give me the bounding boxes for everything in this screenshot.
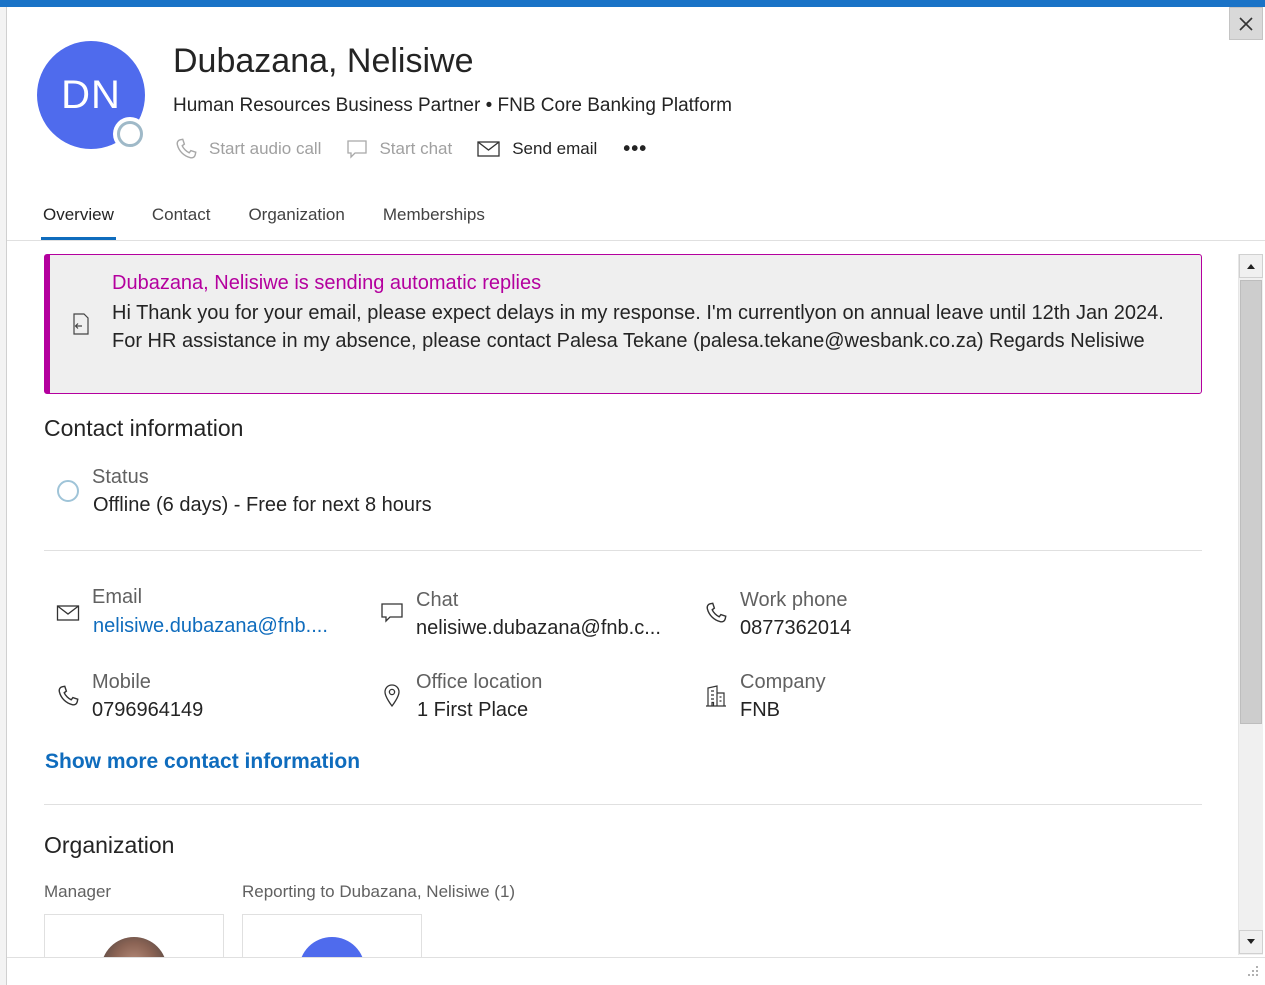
tab-organization[interactable]: Organization [248,202,344,240]
office-location-label: Office location [416,671,543,693]
chat-icon [381,603,403,623]
offline-status-icon [57,480,79,502]
profile-tabs: Overview Contact Organization Membership… [41,202,523,240]
scrollbar-thumb[interactable] [1240,280,1262,724]
window-bottom-edge [7,957,1265,985]
mail-icon [56,605,80,621]
company-value: FNB [740,699,780,721]
phone-icon [706,602,727,623]
more-icon: ••• [623,137,648,160]
action-bar: Start audio call Start chat Send email •… [173,133,647,165]
tab-memberships[interactable]: Memberships [383,202,485,240]
start-chat-label: Start chat [379,139,453,158]
automatic-reply-banner: Dubazana, Nelisiwe is sending automatic … [44,254,1202,394]
person-name: Dubazana, Nelisiwe [173,42,474,80]
section-divider [44,804,1202,805]
mobile-value[interactable]: 0796964149 [92,699,203,722]
status-value: Offline (6 days) - Free for next 8 hours [93,494,432,516]
office-location-value: 1 First Place [417,699,529,721]
chat-label: Chat [416,589,459,611]
phone-icon [58,685,79,706]
arrow-up-icon [1247,264,1255,269]
arrow-down-icon [1247,939,1255,944]
mail-icon [477,141,500,157]
start-audio-call-label: Start audio call [209,139,322,158]
contact-information-heading: Contact information [44,415,244,441]
organization-heading: Organization [44,832,175,858]
automatic-reply-title: Dubazana, Nelisiwe is sending automatic … [112,272,542,294]
manager-avatar [101,937,167,957]
direct-report-avatar [299,937,365,957]
automatic-reply-message: Hi Thank you for your email, please expe… [112,302,1164,352]
chat-icon [347,140,368,159]
auto-reply-icon [73,313,89,335]
tab-overview[interactable]: Overview [41,202,116,240]
show-more-contact-info-link[interactable]: Show more contact information [45,750,360,774]
start-audio-call-button[interactable]: Start audio call [173,136,321,162]
avatar-initials: DN [61,72,121,117]
offline-status-icon [117,121,143,147]
presence-indicator [113,117,147,151]
chat-value[interactable]: nelisiwe.dubazana@fnb.c... [416,617,661,640]
scroll-down-button[interactable] [1239,930,1263,954]
email-link[interactable]: nelisiwe.dubazana@fnb.... [93,615,328,638]
background-window-edge [0,7,7,985]
scroll-up-button[interactable] [1239,254,1263,278]
phone-icon [176,138,197,159]
send-email-button[interactable]: Send email [476,137,597,161]
section-divider [44,550,1202,551]
company-label: Company [740,671,826,693]
send-email-label: Send email [512,139,598,158]
start-chat-button[interactable]: Start chat [345,137,452,161]
status-label: Status [92,466,149,488]
resize-grip-icon[interactable] [1247,965,1259,980]
location-pin-icon [384,684,400,708]
work-phone-label: Work phone [740,589,848,611]
close-icon [1239,16,1253,31]
manager-card[interactable] [44,914,224,957]
building-icon [706,685,726,707]
scrollbar[interactable] [1238,254,1263,955]
more-options-button[interactable]: ••• [623,138,647,161]
person-title: Human Resources Business Partner • FNB C… [173,95,732,116]
title-bar-strip [0,0,1265,7]
tab-contact[interactable]: Contact [152,202,211,240]
manager-label: Manager [44,882,112,901]
email-label: Email [92,586,143,608]
profile-window: DN Dubazana, Nelisiwe Human Resources Bu… [0,0,1265,985]
direct-reports-label: Reporting to Dubazana, Nelisiwe (1) [242,882,516,901]
mobile-label: Mobile [92,671,151,693]
work-phone-value[interactable]: 0877362014 [740,617,851,640]
tabs-divider [7,240,1265,241]
direct-report-card[interactable] [242,914,422,957]
close-button[interactable] [1229,7,1263,40]
